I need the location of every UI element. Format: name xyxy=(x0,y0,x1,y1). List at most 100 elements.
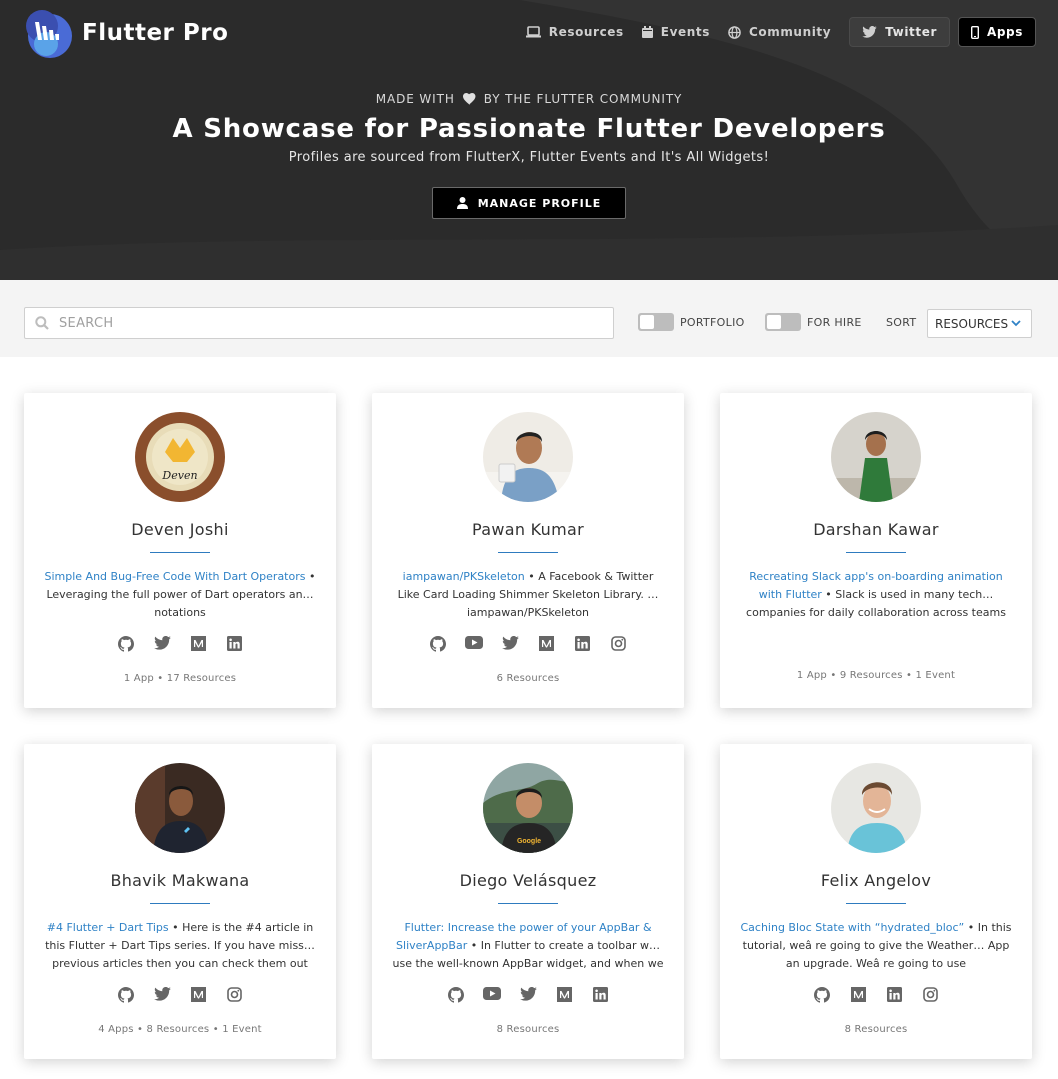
laptop-icon xyxy=(525,26,541,38)
profile-stats: 1 App • 9 Resources • 1 Event xyxy=(796,670,956,681)
profile-card[interactable]: Darshan Kawar Recreating Slack app's on-… xyxy=(720,393,1032,708)
profile-stats: 8 Resources xyxy=(844,1024,908,1035)
profile-name: Felix Angelov xyxy=(820,871,932,890)
profile-card[interactable]: Felix Angelov Caching Bloc State with “h… xyxy=(720,744,1032,1059)
profile-card[interactable]: Google Diego Velásquez Flutter: Increase… xyxy=(372,744,684,1059)
sort-select[interactable]: RESOURCES xyxy=(927,309,1032,338)
github-icon xyxy=(448,987,464,1003)
youtube-link[interactable] xyxy=(456,636,492,652)
github-link[interactable] xyxy=(108,987,144,1003)
chevron-down-icon xyxy=(1011,320,1021,327)
nav-resources-label: Resources xyxy=(548,25,624,39)
github-link[interactable] xyxy=(804,987,840,1003)
resource-link[interactable]: #4 Flutter + Dart Tips xyxy=(47,921,169,934)
search-icon xyxy=(35,316,49,330)
hero-subtitle: Profiles are sourced from FlutterX, Flut… xyxy=(288,150,770,165)
linkedin-link[interactable] xyxy=(876,987,912,1003)
profile-description: #4 Flutter + Dart Tips • Here is the #4 … xyxy=(44,919,316,975)
linkedin-icon xyxy=(886,987,902,1002)
resource-link[interactable]: Simple And Bug-Free Code With Dart Opera… xyxy=(45,570,306,583)
medium-icon xyxy=(190,636,206,651)
globe-icon xyxy=(728,25,741,39)
linkedin-icon xyxy=(226,636,242,651)
for-hire-toggle[interactable]: FOR HIRE xyxy=(765,313,862,331)
linkedin-link[interactable] xyxy=(582,987,618,1003)
twitter-icon xyxy=(519,987,537,1001)
twitter-button[interactable]: Twitter xyxy=(849,17,950,47)
medium-link[interactable] xyxy=(180,636,216,652)
heart-icon xyxy=(462,93,476,105)
profile-card[interactable]: Bhavik Makwana #4 Flutter + Dart Tips • … xyxy=(24,744,336,1059)
twitter-link[interactable] xyxy=(510,987,546,1003)
youtube-icon xyxy=(483,987,501,1000)
github-link[interactable] xyxy=(438,987,474,1003)
profile-stats: 6 Resources xyxy=(496,673,560,684)
twitter-icon xyxy=(153,987,171,1001)
avatar-image-pawan xyxy=(483,412,573,502)
github-icon xyxy=(118,636,134,652)
search-input[interactable] xyxy=(59,315,579,331)
linkedin-icon xyxy=(574,636,590,651)
github-icon xyxy=(814,987,830,1003)
for-hire-label: FOR HIRE xyxy=(807,315,862,329)
mobile-phone-icon xyxy=(970,25,979,39)
twitter-icon xyxy=(862,26,877,38)
nav-links: Resources Events Community Twitter Apps xyxy=(508,17,1036,47)
svg-text:Google: Google xyxy=(517,838,541,845)
medium-link[interactable] xyxy=(840,987,876,1003)
profile-stats: 4 Apps • 8 Resources • 1 Event xyxy=(98,1024,262,1035)
apps-button-label: Apps xyxy=(986,25,1023,39)
profile-description: Caching Bloc State with “hydrated_bloc” … xyxy=(740,919,1012,975)
twitter-link[interactable] xyxy=(144,636,180,652)
medium-link[interactable] xyxy=(180,987,216,1003)
profile-name: Diego Velásquez xyxy=(459,871,597,890)
resource-link[interactable]: iampawan/PKSkeleton xyxy=(403,570,525,583)
youtube-link[interactable] xyxy=(474,987,510,1003)
instagram-link[interactable] xyxy=(600,636,636,652)
profile-card[interactable]: Pawan Kumar iampawan/PKSkeleton • A Face… xyxy=(372,393,684,708)
instagram-link[interactable] xyxy=(216,987,252,1003)
profile-card[interactable]: Deven Deven Joshi Simple And Bug-Free Co… xyxy=(24,393,336,708)
tagline: MADE WITH BY THE FLUTTER COMMUNITY xyxy=(0,92,1058,106)
medium-icon xyxy=(556,987,572,1002)
nav-events[interactable]: Events xyxy=(641,25,710,39)
medium-link[interactable] xyxy=(528,636,564,652)
github-link[interactable] xyxy=(420,636,456,652)
avatar: Google xyxy=(483,763,573,853)
for-hire-switch[interactable] xyxy=(765,313,801,331)
sort-value: RESOURCES xyxy=(935,316,1009,331)
apps-button[interactable]: Apps xyxy=(957,17,1036,47)
resource-link[interactable]: Caching Bloc State with “hydrated_bloc” xyxy=(740,921,964,934)
twitter-link[interactable] xyxy=(144,987,180,1003)
social-links xyxy=(372,987,684,1003)
nav-community-label: Community xyxy=(748,25,832,39)
manage-profile-button[interactable]: MANAGE PROFILE xyxy=(431,187,627,219)
profile-stats: 1 App • 17 Resources xyxy=(123,673,237,684)
profile-stats: 8 Resources xyxy=(496,1024,560,1035)
svg-text:Deven: Deven xyxy=(161,469,197,482)
instagram-link[interactable] xyxy=(912,987,948,1003)
medium-icon xyxy=(538,636,554,651)
linkedin-link[interactable] xyxy=(564,636,600,652)
twitter-link[interactable] xyxy=(492,636,528,652)
sort-label: SORT xyxy=(886,316,917,329)
profile-name: Darshan Kawar xyxy=(813,520,939,539)
social-links xyxy=(372,636,684,652)
brand[interactable]: Flutter Pro xyxy=(20,6,228,60)
tagline-pre: MADE WITH xyxy=(375,92,455,106)
github-icon xyxy=(430,636,446,652)
top-navigation: Flutter Pro Resources Events Community T… xyxy=(0,0,1058,66)
brand-name: Flutter Pro xyxy=(82,20,229,46)
instagram-icon xyxy=(226,987,242,1002)
medium-link[interactable] xyxy=(546,987,582,1003)
avatar xyxy=(483,412,573,502)
name-divider xyxy=(150,903,210,904)
nav-community[interactable]: Community xyxy=(728,25,831,39)
nav-resources[interactable]: Resources xyxy=(525,25,624,39)
search-box[interactable] xyxy=(24,307,614,339)
portfolio-switch[interactable] xyxy=(638,313,674,331)
github-link[interactable] xyxy=(108,636,144,652)
linkedin-link[interactable] xyxy=(216,636,252,652)
portfolio-toggle[interactable]: PORTFOLIO xyxy=(638,313,745,331)
twitter-icon xyxy=(153,636,171,650)
